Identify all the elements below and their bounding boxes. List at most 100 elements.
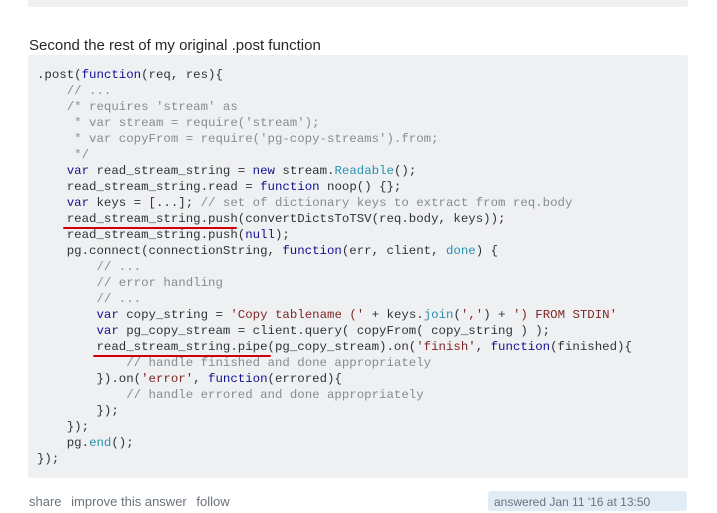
code-token: var xyxy=(96,308,119,322)
code-token: new xyxy=(252,164,275,178)
code-line: * var stream = require('stream'); xyxy=(37,115,632,131)
code-token: (req, res){ xyxy=(141,68,223,82)
share-link[interactable]: share xyxy=(29,494,62,509)
improve-answer-link[interactable]: improve this answer xyxy=(71,494,187,509)
code-token: }); xyxy=(37,420,90,434)
code-line: read_stream_string.read = function noop(… xyxy=(37,179,632,195)
code-line: // handle errored and done appropriately xyxy=(37,387,632,403)
code-token: 'finish' xyxy=(416,340,476,354)
code-token: // ... xyxy=(96,292,142,306)
code-token: noop() {}; xyxy=(319,180,402,194)
code-token: (finished){ xyxy=(550,340,632,354)
code-line: read_stream_string.push(null); xyxy=(37,227,632,243)
code-token: }); xyxy=(37,452,60,466)
code-token: copy_string = xyxy=(118,308,231,322)
code-token: read_stream_string = xyxy=(89,164,253,178)
code-token: function xyxy=(81,68,142,82)
code-token: ( xyxy=(453,308,461,322)
code-line: }); xyxy=(37,403,632,419)
code-line: var keys = [...]; // set of dictionary k… xyxy=(37,195,632,211)
code-token: join xyxy=(423,308,454,322)
code-line: /* requires 'stream' as xyxy=(37,99,632,115)
code-token: (); xyxy=(393,164,417,178)
code-token: , xyxy=(193,372,209,386)
code-line: var read_stream_string = new stream.Read… xyxy=(37,163,632,179)
code-line: * var copyFrom = require('pg-copy-stream… xyxy=(37,131,632,147)
code-token: ') FROM STDIN' xyxy=(512,308,618,322)
code-line: var copy_string = 'Copy tablename (' + k… xyxy=(37,307,632,323)
previous-code-block-edge xyxy=(28,0,688,7)
code-token: end xyxy=(89,436,112,450)
follow-link[interactable]: follow xyxy=(196,494,229,509)
code-line: pg.connect(connectionString, function(er… xyxy=(37,243,632,259)
code-line: }).on('error', function(errored){ xyxy=(37,371,632,387)
code-token: pg. xyxy=(37,436,90,450)
code-token: /* requires 'stream' as xyxy=(66,100,238,114)
code-line: read_stream_string.pipe(pg_copy_stream).… xyxy=(37,339,632,355)
code-token: (err, client, xyxy=(341,244,446,258)
code-line: }); xyxy=(37,451,632,467)
code-token: pg_copy_stream = client.query( copyFrom(… xyxy=(118,324,551,338)
code-line: }); xyxy=(37,419,632,435)
code-token: * var stream = require('stream'); xyxy=(37,116,320,130)
code-token: + keys. xyxy=(364,308,424,322)
code-token: function xyxy=(208,372,268,386)
red-underline-annotation xyxy=(93,355,271,357)
code-token: function xyxy=(282,244,342,258)
code-token: (errored){ xyxy=(267,372,342,386)
code-token: Readable xyxy=(334,164,394,178)
code-line: // ... xyxy=(37,259,632,275)
code-token: 'Copy tablename (' xyxy=(230,308,365,322)
code-token: var xyxy=(66,196,90,210)
code-token: // ... xyxy=(66,84,112,98)
code-token: var xyxy=(96,324,119,338)
code-token: pg.connect(connectionString, xyxy=(37,244,283,258)
code-line: // error handling xyxy=(37,275,632,291)
code-line: // ... xyxy=(37,291,632,307)
code-line: pg.end(); xyxy=(37,435,632,451)
code-token: read_stream_string.push( xyxy=(37,228,246,242)
code-line: // ... xyxy=(37,83,632,99)
code-line: // handle finished and done appropriatel… xyxy=(37,355,632,371)
code-token: */ xyxy=(37,148,90,162)
code-token: stream. xyxy=(274,164,335,178)
code-token: // handle finished and done appropriatel… xyxy=(126,356,432,370)
code-token: ) + xyxy=(483,308,513,322)
code-token: 'error' xyxy=(141,372,194,386)
code-token: function xyxy=(260,180,320,194)
code-token: // error handling xyxy=(96,276,223,290)
code-token: var xyxy=(66,164,90,178)
post-menu: share improve this answer follow xyxy=(29,494,236,509)
code-token: // handle errored and done appropriately xyxy=(126,388,424,402)
code-token: // ... xyxy=(96,260,142,274)
code-token: read_stream_string.pipe(pg_copy_stream).… xyxy=(37,340,417,354)
code-token: ',' xyxy=(460,308,484,322)
code-token: ); xyxy=(274,228,290,242)
code-token: * var copyFrom = require('pg-copy-stream… xyxy=(37,132,439,146)
code-token: , xyxy=(475,340,491,354)
code-token: function xyxy=(490,340,551,354)
code-token: done xyxy=(445,244,476,258)
code-line: read_stream_string.push(convertDictsToTS… xyxy=(37,211,632,227)
code-token: (); xyxy=(111,436,134,450)
code-token: read_stream_string.push(convertDictsToTS… xyxy=(37,212,506,226)
code-token: }); xyxy=(37,404,119,418)
code-line: */ xyxy=(37,147,632,163)
code-token: // set of dictionary keys to extract fro… xyxy=(200,196,573,210)
answer-text: Second the rest of my original .post fun… xyxy=(29,37,321,54)
answered-info: answered Jan 11 '16 at 13:50 xyxy=(488,491,687,511)
code-line: .post(function(req, res){ xyxy=(37,67,632,83)
code-listing: .post(function(req, res){ // ... /* requ… xyxy=(37,67,632,467)
code-token: keys = [...]; xyxy=(89,196,201,210)
